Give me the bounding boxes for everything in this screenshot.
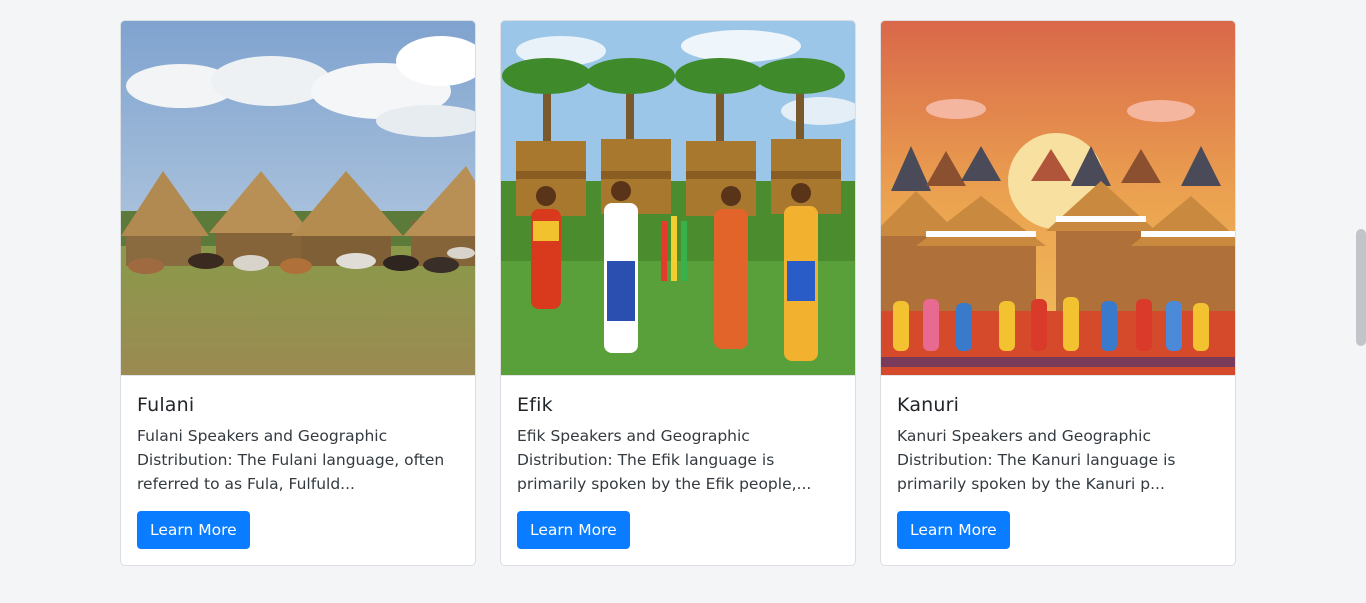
learn-more-button-efik[interactable]: Learn More bbox=[517, 511, 630, 549]
learn-more-button-fulani[interactable]: Learn More bbox=[137, 511, 250, 549]
language-card-efik: Efik Efik Speakers and Geographic Distri… bbox=[500, 20, 856, 566]
card-body: Fulani Fulani Speakers and Geographic Di… bbox=[121, 376, 475, 549]
card-title: Efik bbox=[517, 394, 553, 416]
language-card-grid: Fulani Fulani Speakers and Geographic Di… bbox=[120, 20, 1236, 566]
card-title: Kanuri bbox=[897, 394, 960, 416]
fulani-village-image bbox=[121, 21, 475, 376]
page: Fulani Fulani Speakers and Geographic Di… bbox=[0, 0, 1366, 603]
learn-more-button-kanuri[interactable]: Learn More bbox=[897, 511, 1010, 549]
card-description: Kanuri Speakers and Geographic Distribut… bbox=[897, 427, 1176, 493]
language-card-fulani: Fulani Fulani Speakers and Geographic Di… bbox=[120, 20, 476, 566]
card-title: Fulani bbox=[137, 394, 195, 416]
card-body: Efik Efik Speakers and Geographic Distri… bbox=[501, 376, 855, 549]
efik-dancers-image bbox=[501, 21, 855, 376]
page-scrollbar-thumb[interactable] bbox=[1356, 229, 1366, 346]
language-card-kanuri: Kanuri Kanuri Speakers and Geographic Di… bbox=[880, 20, 1236, 566]
card-description: Efik Speakers and Geographic Distributio… bbox=[517, 427, 812, 493]
kanuri-village-image bbox=[881, 21, 1235, 376]
card-body: Kanuri Kanuri Speakers and Geographic Di… bbox=[881, 376, 1235, 549]
card-description: Fulani Speakers and Geographic Distribut… bbox=[137, 427, 445, 493]
